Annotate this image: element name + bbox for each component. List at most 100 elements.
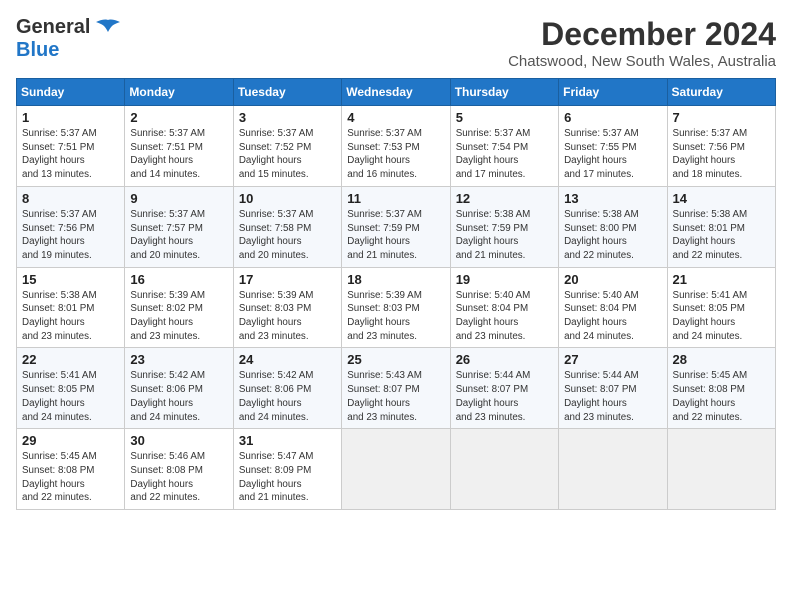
calendar-cell — [667, 429, 775, 510]
day-number: 27 — [564, 352, 661, 367]
calendar-cell — [559, 429, 667, 510]
calendar-week-row: 8 Sunrise: 5:37 AMSunset: 7:56 PMDaylight… — [17, 186, 776, 267]
day-detail: Sunrise: 5:41 AMSunset: 8:05 PMDaylight … — [673, 290, 748, 342]
header-area: General Blue December 2024 Chatswood, Ne… — [16, 16, 776, 70]
calendar-cell: 26 Sunrise: 5:44 AMSunset: 8:07 PMDayligh… — [450, 348, 558, 429]
day-detail: Sunrise: 5:38 AMSunset: 8:01 PMDaylight … — [673, 209, 748, 261]
title-block: December 2024 Chatswood, New South Wales… — [508, 16, 776, 70]
calendar-cell: 6 Sunrise: 5:37 AMSunset: 7:55 PMDaylight… — [559, 106, 667, 187]
day-number: 13 — [564, 191, 661, 206]
calendar-cell: 5 Sunrise: 5:37 AMSunset: 7:54 PMDaylight… — [450, 106, 558, 187]
day-number: 26 — [456, 352, 553, 367]
day-detail: Sunrise: 5:37 AMSunset: 7:59 PMDaylight … — [347, 209, 422, 261]
weekday-header-tuesday: Tuesday — [233, 79, 341, 106]
day-number: 12 — [456, 191, 553, 206]
day-detail: Sunrise: 5:37 AMSunset: 7:56 PMDaylight … — [22, 209, 97, 261]
calendar-cell: 7 Sunrise: 5:37 AMSunset: 7:56 PMDaylight… — [667, 106, 775, 187]
weekday-header-wednesday: Wednesday — [342, 79, 450, 106]
calendar-cell — [450, 429, 558, 510]
calendar-week-row: 15Sunrise: 5:38 AMSunset: 8:01 PMDayligh… — [17, 267, 776, 348]
day-number: 28 — [673, 352, 770, 367]
day-number: 15 — [22, 272, 119, 287]
calendar-title: December 2024 — [508, 16, 776, 53]
calendar-cell: 10Sunrise: 5:37 AMSunset: 7:58 PMDayligh… — [233, 186, 341, 267]
day-detail: Sunrise: 5:37 AMSunset: 7:57 PMDaylight … — [130, 209, 205, 261]
day-number: 6 — [564, 110, 661, 125]
day-number: 8 — [22, 191, 119, 206]
day-number: 25 — [347, 352, 444, 367]
day-number: 9 — [130, 191, 227, 206]
day-detail: Sunrise: 5:37 AMSunset: 7:55 PMDaylight … — [564, 128, 639, 180]
day-detail: Sunrise: 5:40 AMSunset: 8:04 PMDaylight … — [564, 290, 639, 342]
calendar-cell: 23 Sunrise: 5:42 AMSunset: 8:06 PMDayligh… — [125, 348, 233, 429]
day-detail: Sunrise: 5:47 AMSunset: 8:09 PMDaylight … — [239, 451, 314, 503]
day-detail: Sunrise: 5:39 AMSunset: 8:03 PMDaylight … — [347, 290, 422, 342]
day-number: 1 — [22, 110, 119, 125]
calendar-cell: 14 Sunrise: 5:38 AMSunset: 8:01 PMDayligh… — [667, 186, 775, 267]
logo-general: General — [16, 16, 90, 39]
calendar-cell: 21Sunrise: 5:41 AMSunset: 8:05 PMDayligh… — [667, 267, 775, 348]
day-number: 17 — [239, 272, 336, 287]
day-detail: Sunrise: 5:43 AMSunset: 8:07 PMDaylight … — [347, 370, 422, 422]
calendar-cell: 9 Sunrise: 5:37 AMSunset: 7:57 PMDaylight… — [125, 186, 233, 267]
calendar-cell: 31 Sunrise: 5:47 AMSunset: 8:09 PMDayligh… — [233, 429, 341, 510]
weekday-header-row: SundayMondayTuesdayWednesdayThursdayFrid… — [17, 79, 776, 106]
day-detail: Sunrise: 5:44 AMSunset: 8:07 PMDaylight … — [456, 370, 531, 422]
logo-bird-icon — [94, 18, 122, 38]
day-detail: Sunrise: 5:42 AMSunset: 8:06 PMDaylight … — [239, 370, 314, 422]
day-number: 2 — [130, 110, 227, 125]
calendar-cell: 19 Sunrise: 5:40 AMSunset: 8:04 PMDayligh… — [450, 267, 558, 348]
day-number: 30 — [130, 433, 227, 448]
calendar-cell: 15Sunrise: 5:38 AMSunset: 8:01 PMDayligh… — [17, 267, 125, 348]
day-detail: Sunrise: 5:39 AMSunset: 8:03 PMDaylight … — [239, 290, 314, 342]
day-number: 14 — [673, 191, 770, 206]
calendar-body: 1 Sunrise: 5:37 AMSunset: 7:51 PMDaylight… — [17, 106, 776, 510]
calendar-table: SundayMondayTuesdayWednesdayThursdayFrid… — [16, 78, 776, 510]
calendar-cell: 27 Sunrise: 5:44 AMSunset: 8:07 PMDayligh… — [559, 348, 667, 429]
calendar-cell: 13 Sunrise: 5:38 AMSunset: 8:00 PMDayligh… — [559, 186, 667, 267]
day-detail: Sunrise: 5:37 AMSunset: 7:52 PMDaylight … — [239, 128, 314, 180]
day-number: 5 — [456, 110, 553, 125]
day-number: 4 — [347, 110, 444, 125]
calendar-cell: 1 Sunrise: 5:37 AMSunset: 7:51 PMDaylight… — [17, 106, 125, 187]
day-detail: Sunrise: 5:37 AMSunset: 7:56 PMDaylight … — [673, 128, 748, 180]
day-number: 7 — [673, 110, 770, 125]
calendar-cell: 12 Sunrise: 5:38 AMSunset: 7:59 PMDayligh… — [450, 186, 558, 267]
calendar-week-row: 1 Sunrise: 5:37 AMSunset: 7:51 PMDaylight… — [17, 106, 776, 187]
calendar-cell — [342, 429, 450, 510]
day-detail: Sunrise: 5:38 AMSunset: 7:59 PMDaylight … — [456, 209, 531, 261]
calendar-week-row: 29Sunrise: 5:45 AMSunset: 8:08 PMDayligh… — [17, 429, 776, 510]
day-detail: Sunrise: 5:46 AMSunset: 8:08 PMDaylight … — [130, 451, 205, 503]
day-detail: Sunrise: 5:44 AMSunset: 8:07 PMDaylight … — [564, 370, 639, 422]
day-detail: Sunrise: 5:37 AMSunset: 7:53 PMDaylight … — [347, 128, 422, 180]
day-number: 18 — [347, 272, 444, 287]
day-detail: Sunrise: 5:37 AMSunset: 7:51 PMDaylight … — [22, 128, 97, 180]
day-number: 3 — [239, 110, 336, 125]
calendar-cell: 8 Sunrise: 5:37 AMSunset: 7:56 PMDaylight… — [17, 186, 125, 267]
calendar-cell: 20Sunrise: 5:40 AMSunset: 8:04 PMDayligh… — [559, 267, 667, 348]
weekday-header-monday: Monday — [125, 79, 233, 106]
calendar-cell: 22Sunrise: 5:41 AMSunset: 8:05 PMDayligh… — [17, 348, 125, 429]
logo-blue: Blue — [16, 39, 59, 62]
calendar-cell: 28 Sunrise: 5:45 AMSunset: 8:08 PMDayligh… — [667, 348, 775, 429]
day-detail: Sunrise: 5:45 AMSunset: 8:08 PMDaylight … — [673, 370, 748, 422]
day-number: 11 — [347, 191, 444, 206]
calendar-cell: 16Sunrise: 5:39 AMSunset: 8:02 PMDayligh… — [125, 267, 233, 348]
weekday-header-sunday: Sunday — [17, 79, 125, 106]
day-detail: Sunrise: 5:38 AMSunset: 8:00 PMDaylight … — [564, 209, 639, 261]
day-number: 31 — [239, 433, 336, 448]
day-detail: Sunrise: 5:37 AMSunset: 7:58 PMDaylight … — [239, 209, 314, 261]
calendar-cell: 17 Sunrise: 5:39 AMSunset: 8:03 PMDayligh… — [233, 267, 341, 348]
weekday-header-friday: Friday — [559, 79, 667, 106]
day-detail: Sunrise: 5:37 AMSunset: 7:54 PMDaylight … — [456, 128, 531, 180]
logo: General Blue — [16, 16, 122, 62]
day-number: 19 — [456, 272, 553, 287]
calendar-cell: 18 Sunrise: 5:39 AMSunset: 8:03 PMDayligh… — [342, 267, 450, 348]
day-number: 22 — [22, 352, 119, 367]
day-number: 23 — [130, 352, 227, 367]
day-detail: Sunrise: 5:37 AMSunset: 7:51 PMDaylight … — [130, 128, 205, 180]
day-detail: Sunrise: 5:42 AMSunset: 8:06 PMDaylight … — [130, 370, 205, 422]
day-detail: Sunrise: 5:39 AMSunset: 8:02 PMDaylight … — [130, 290, 205, 342]
day-detail: Sunrise: 5:40 AMSunset: 8:04 PMDaylight … — [456, 290, 531, 342]
calendar-cell: 4 Sunrise: 5:37 AMSunset: 7:53 PMDaylight… — [342, 106, 450, 187]
